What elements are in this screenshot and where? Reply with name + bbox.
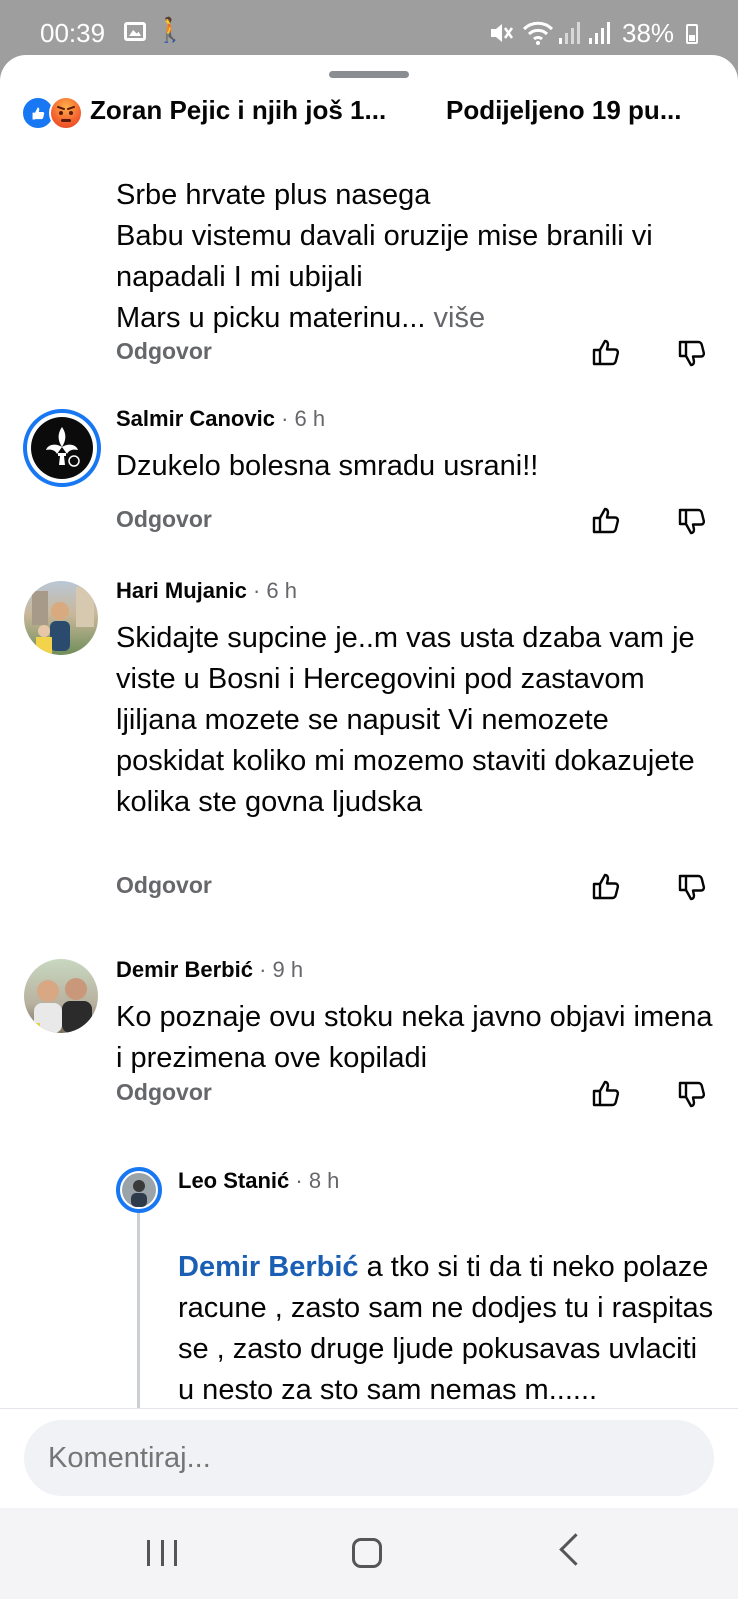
reply-button[interactable]: Odgovor [116, 506, 212, 533]
like-icon[interactable] [590, 1077, 622, 1109]
status-bar: 00:39 🚶 38% [0, 0, 738, 62]
comment-time: · 9 h [259, 957, 304, 982]
avatar[interactable] [23, 409, 101, 487]
comment-time: · 6 h [281, 406, 326, 431]
reply-button[interactable]: Odgovor [116, 1079, 212, 1106]
see-more-link[interactable]: više [434, 302, 486, 334]
battery-percent: 38% [622, 18, 675, 48]
recents-button[interactable] [147, 1540, 177, 1566]
comment-text: Dzukelo bolesna smradu usrani!! [116, 450, 539, 482]
signal-icon-1 [559, 22, 580, 44]
dislike-icon[interactable] [676, 1079, 708, 1111]
comment-text: Srbe hrvate plus nasega Babu vistemu dav… [116, 179, 653, 334]
drag-handle[interactable] [329, 71, 409, 78]
reply-author[interactable]: Leo Stanić · 8 h [178, 1168, 339, 1194]
dislike-icon[interactable] [676, 338, 708, 370]
avatar[interactable] [24, 581, 98, 655]
reply-text: Demir Berbić a tko si ti da ti neko pola… [178, 1251, 714, 1406]
shares-link[interactable]: Podijeljeno 19 pu... [446, 95, 682, 126]
mention-link[interactable]: Demir Berbić [178, 1251, 359, 1283]
fleur-de-lis-icon [31, 417, 93, 479]
avatar[interactable] [116, 1167, 162, 1213]
like-icon[interactable] [590, 336, 622, 368]
comment-time: · 6 h [252, 578, 297, 603]
reactors-link[interactable]: Zoran Pejic i njih još 1... [90, 95, 386, 126]
dislike-icon[interactable] [676, 872, 708, 904]
comment-author[interactable]: Demir Berbić · 9 h [116, 957, 303, 983]
comment-text: Skidajte supcine je..m vas usta dzaba va… [116, 622, 695, 818]
clock: 00:39 [40, 18, 106, 48]
comment-input[interactable] [24, 1420, 714, 1496]
like-icon[interactable] [590, 504, 622, 536]
thread-line [137, 1195, 140, 1435]
home-button[interactable] [352, 1538, 382, 1568]
comment-text: Ko poznaje ovu stoku neka javno objavi i… [116, 1001, 713, 1074]
reply-time: · 8 h [295, 1168, 340, 1193]
angry-reaction-icon [49, 96, 83, 130]
reply-button[interactable]: Odgovor [116, 338, 212, 365]
avatar[interactable] [24, 959, 98, 1033]
walking-icon: 🚶 [155, 17, 185, 44]
wifi-icon [522, 21, 554, 45]
reply-button[interactable]: Odgovor [116, 872, 212, 899]
gallery-notification-icon [124, 22, 146, 41]
signal-icon-2 [589, 22, 610, 44]
avatar-photo [32, 587, 94, 655]
avatar-photo [32, 978, 92, 1033]
comments-sheet: Srbe hrvate plus nasega Babu vistemu dav… [0, 55, 738, 1599]
mute-icon [491, 24, 514, 42]
comment-author[interactable]: Salmir Canovic · 6 h [116, 406, 325, 432]
battery-icon [686, 24, 698, 44]
avatar-photo [122, 1173, 156, 1207]
comment-author[interactable]: Hari Mujanic · 6 h [116, 578, 297, 604]
dislike-icon[interactable] [676, 506, 708, 538]
like-icon[interactable] [590, 870, 622, 902]
